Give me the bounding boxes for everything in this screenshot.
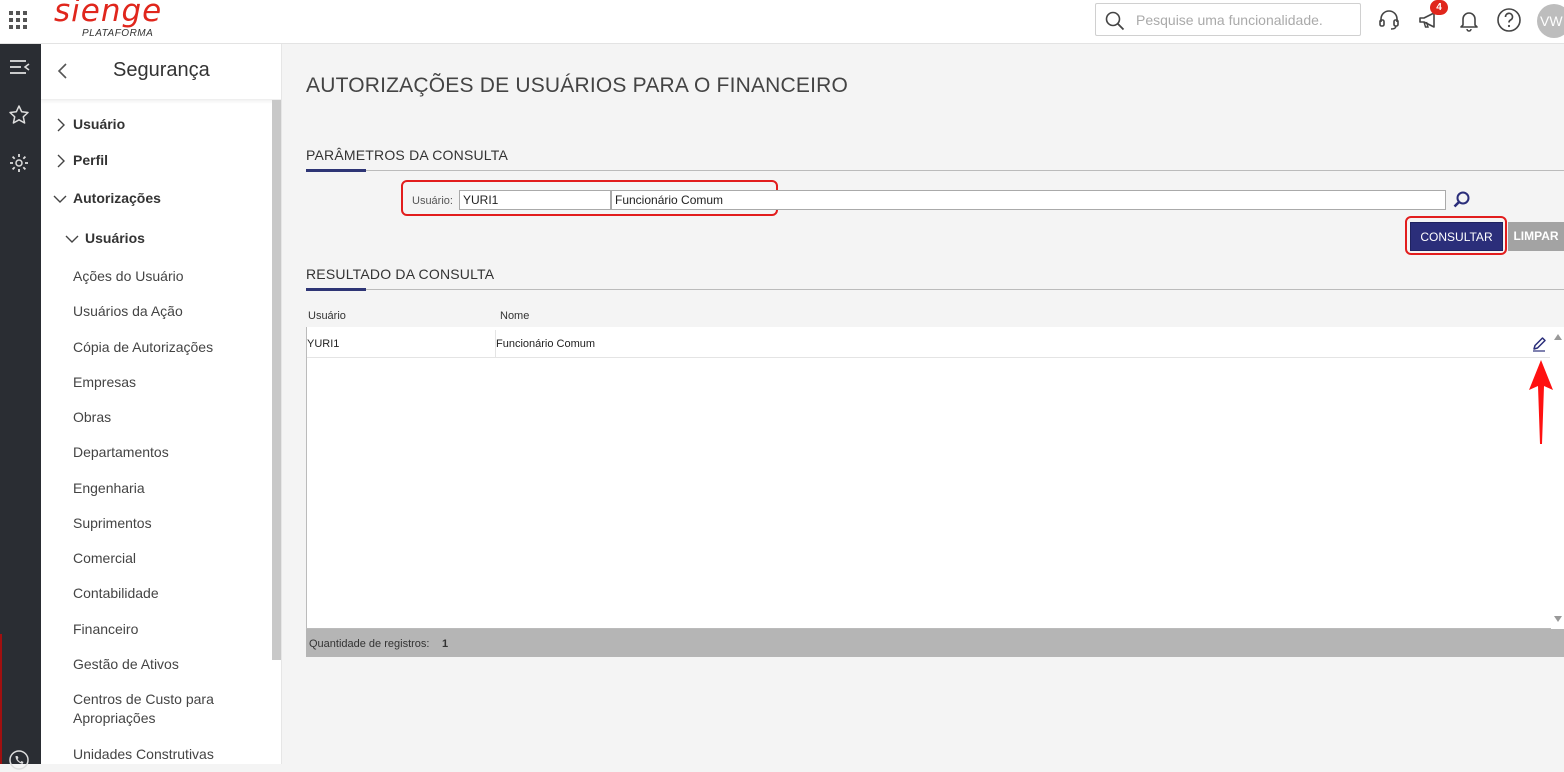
results-section-title: RESULTADO DA CONSULTA — [306, 266, 495, 282]
grid-footer: Quantidade de registros: 1 — [306, 629, 1564, 657]
sidebar-subitem-unidades-construtivas[interactable]: Unidades Construtivas — [73, 745, 214, 764]
results-grid: Usuário Nome YURI1 Funcionário Comum Qua… — [306, 308, 1564, 658]
sidebar-item-perfil[interactable]: Perfil — [57, 152, 109, 168]
sidebar-item-label: Perfil — [73, 152, 109, 168]
limpar-button[interactable]: LIMPAR — [1508, 222, 1564, 251]
sidebar-subitem-comercial[interactable]: Comercial — [73, 549, 136, 568]
sidebar-subitem-empresas[interactable]: Empresas — [73, 373, 136, 392]
sidebar-item-usuarios[interactable]: Usuários — [65, 230, 145, 246]
chevron-right-icon — [57, 154, 65, 168]
user-code-input[interactable] — [459, 190, 611, 210]
chevron-down-icon — [65, 235, 79, 243]
help-icon[interactable] — [1496, 7, 1522, 33]
top-bar: sienge PLATAFORMA 4 VW — [0, 0, 1564, 44]
grid-body: YURI1 Funcionário Comum — [306, 327, 1564, 629]
headset-icon[interactable] — [1376, 7, 1402, 33]
chevron-down-icon — [53, 195, 67, 203]
lookup-search-icon[interactable] — [1452, 190, 1472, 210]
sidebar-item-label: Autorizações — [73, 190, 161, 206]
sidebar-subitem-acoes-do-usuario[interactable]: Ações do Usuário — [73, 267, 184, 286]
search-box[interactable] — [1095, 3, 1361, 36]
params-divider — [306, 170, 1564, 171]
results-divider — [306, 289, 1564, 290]
sidebar-subitem-centros-de-custo[interactable]: Centros de Custo para Apropriações — [73, 690, 233, 728]
search-icon — [1105, 11, 1125, 31]
sidebar-item-label: Usuários — [85, 230, 145, 246]
page-title: AUTORIZAÇÕES DE USUÁRIOS PARA O FINANCEI… — [306, 74, 849, 97]
annotation-arrow-icon — [1529, 360, 1553, 444]
sidebar-item-autorizacoes[interactable]: Autorizações — [53, 190, 161, 206]
record-count-value: 1 — [442, 638, 449, 650]
sidebar-subitem-copia-de-autorizacoes[interactable]: Cópia de Autorizações — [73, 338, 213, 357]
user-label: Usuário: — [412, 195, 453, 207]
sienge-logo[interactable]: sienge PLATAFORMA — [54, 0, 164, 42]
notification-badge: 4 — [1430, 0, 1448, 15]
params-accent — [306, 169, 366, 172]
scroll-down-icon[interactable] — [1554, 616, 1562, 622]
logo-text: sienge — [54, 0, 163, 29]
sidebar-item-label: Usuário — [73, 116, 126, 132]
sidebar-scrollbar[interactable] — [272, 100, 281, 660]
menu-collapse-icon[interactable] — [7, 55, 31, 79]
params-section-title: PARÂMETROS DA CONSULTA — [306, 147, 508, 163]
chevron-right-icon — [57, 118, 65, 132]
favorites-star-icon[interactable] — [7, 103, 31, 127]
sidebar-subitem-gestao-de-ativos[interactable]: Gestão de Ativos — [73, 655, 179, 674]
back-chevron-icon[interactable] — [56, 62, 70, 80]
main-content: AUTORIZAÇÕES DE USUÁRIOS PARA O FINANCEI… — [282, 44, 1564, 764]
icon-rail — [0, 44, 41, 770]
apps-grid-icon[interactable] — [9, 11, 27, 29]
sidebar-subitem-usuarios-da-acao[interactable]: Usuários da Ação — [73, 302, 183, 321]
logo-subtitle: PLATAFORMA — [82, 28, 154, 39]
sidebar-subitem-suprimentos[interactable]: Suprimentos — [73, 514, 152, 533]
sidebar: Segurança Usuário Perfil Autorizações Us… — [41, 44, 282, 764]
sidebar-subitem-engenharia[interactable]: Engenharia — [73, 479, 145, 498]
edit-pencil-icon[interactable] — [1531, 336, 1547, 352]
consultar-button[interactable]: CONSULTAR — [1410, 222, 1503, 251]
sidebar-title: Segurança — [113, 59, 210, 81]
search-input[interactable] — [1136, 10, 1351, 30]
sidebar-item-usuario[interactable]: Usuário — [57, 116, 126, 132]
settings-gear-icon[interactable] — [7, 151, 31, 175]
table-row[interactable]: YURI1 Funcionário Comum — [307, 330, 1550, 358]
scroll-up-icon[interactable] — [1554, 334, 1562, 340]
phone-icon[interactable] — [7, 748, 31, 772]
sidebar-subitem-obras[interactable]: Obras — [73, 408, 111, 427]
sidebar-subitem-contabilidade[interactable]: Contabilidade — [73, 584, 159, 603]
column-header-nome[interactable]: Nome — [500, 310, 529, 322]
cell-nome: Funcionário Comum — [495, 330, 595, 358]
bell-icon[interactable] — [1456, 7, 1482, 33]
user-name-input[interactable] — [611, 190, 1446, 210]
column-header-usuario[interactable]: Usuário — [308, 310, 346, 322]
grid-header: Usuário Nome — [306, 308, 1564, 329]
cell-usuario: YURI1 — [307, 338, 340, 350]
user-avatar[interactable]: VW — [1537, 4, 1564, 38]
results-accent — [306, 288, 366, 291]
sidebar-subitem-departamentos[interactable]: Departamentos — [73, 443, 169, 462]
sidebar-header: Segurança — [41, 44, 281, 100]
rail-accent-bar — [0, 634, 2, 764]
record-count-label: Quantidade de registros: — [309, 638, 430, 650]
sidebar-subitem-financeiro[interactable]: Financeiro — [73, 620, 138, 639]
